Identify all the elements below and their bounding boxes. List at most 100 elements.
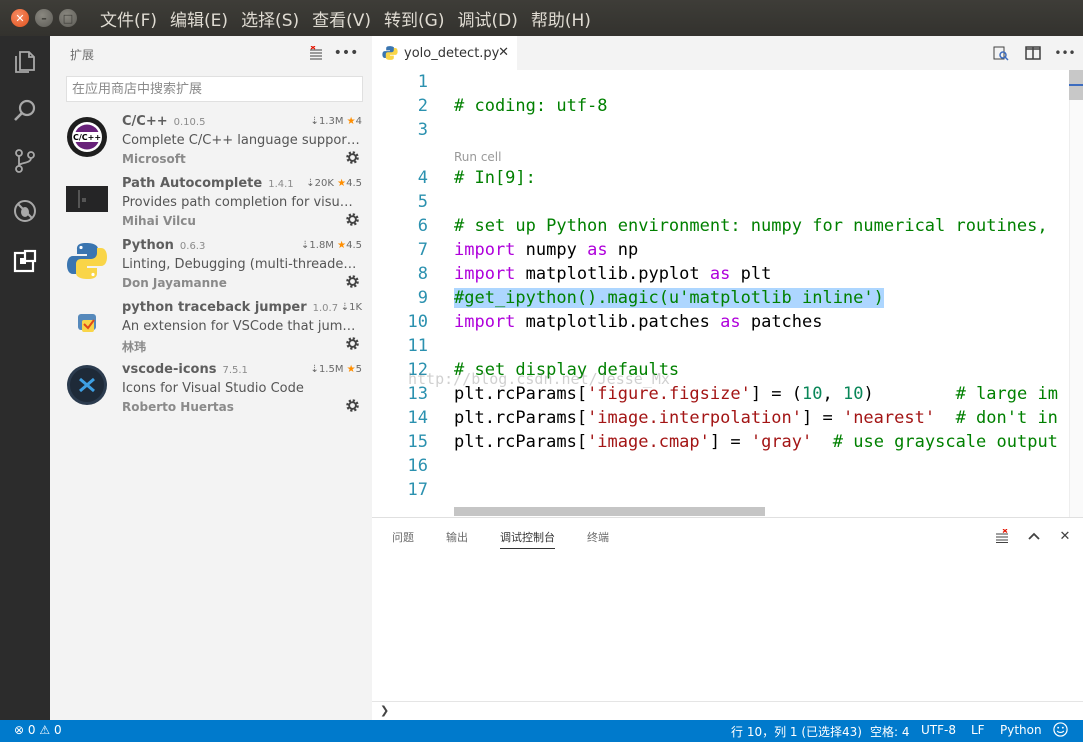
download-count: 1.3M — [318, 116, 344, 127]
window-close-button[interactable]: ✕ — [11, 9, 29, 27]
extension-version: 1.4.1 — [268, 179, 294, 190]
tab-terminal[interactable]: 终端 — [587, 529, 609, 545]
more-actions-icon[interactable]: ••• — [334, 44, 359, 62]
gear-icon[interactable] — [345, 150, 360, 165]
bottom-panel: 问题 输出 调试控制台 终端 ✕ ❯ — [372, 517, 1083, 720]
line-number: 14 — [407, 408, 428, 428]
line-number: 8 — [417, 264, 428, 284]
extension-search-box[interactable] — [66, 76, 363, 102]
line-number: 2 — [417, 96, 428, 116]
encoding[interactable]: UTF-8 — [921, 723, 956, 737]
menu-file[interactable]: 文件(F) — [100, 6, 157, 31]
files-icon[interactable] — [0, 36, 50, 86]
cloud-download-icon: ⇣ — [306, 178, 315, 189]
extension-publisher: 林玮 — [122, 340, 147, 354]
activity-bar — [0, 36, 50, 720]
close-icon[interactable]: ✕ — [498, 45, 509, 60]
extension-publisher: Mihai Vilcu — [122, 214, 196, 228]
window-maximize-button[interactable]: □ — [59, 9, 77, 27]
debug-icon[interactable] — [0, 186, 50, 236]
line-number: 3 — [417, 120, 428, 140]
code-line: import matplotlib.patches as patches — [454, 312, 823, 332]
editor-tab-bar: yolo_detect.py ✕ ••• — [372, 36, 1083, 70]
window-minimize-button[interactable]: – — [35, 9, 53, 27]
line-number: 11 — [407, 336, 428, 356]
code-line: import numpy as np — [454, 240, 639, 260]
language-mode[interactable]: Python — [1000, 723, 1042, 737]
tab-output[interactable]: 输出 — [446, 529, 468, 545]
line-number: 15 — [407, 432, 428, 452]
star-icon: ★ — [346, 364, 356, 375]
download-count: 20K — [314, 178, 334, 189]
traceback-jumper-logo-icon — [78, 314, 96, 332]
line-number: 4 — [417, 168, 428, 188]
cloud-download-icon: ⇣ — [310, 116, 319, 127]
extension-item-python-traceback-jumper[interactable]: python traceback jumper 1.0.7 ⇣1K An exte… — [50, 296, 372, 358]
chevron-up-icon[interactable] — [1026, 528, 1042, 544]
source-control-icon[interactable] — [0, 136, 50, 186]
python-file-icon — [382, 46, 398, 60]
run-cell-codelens[interactable]: Run cell — [454, 150, 501, 164]
code-line: import matplotlib.pyplot as plt — [454, 264, 772, 284]
line-number: 17 — [407, 480, 428, 500]
open-changes-icon[interactable] — [992, 44, 1010, 62]
tab-yolo-detect[interactable]: yolo_detect.py ✕ — [372, 36, 517, 70]
extension-stats: ⇣20K ★4.5 — [306, 178, 362, 189]
close-icon[interactable]: ✕ — [1057, 528, 1073, 544]
extension-stats: ⇣1.8M ★4.5 — [301, 240, 362, 251]
menu-goto[interactable]: 转到(G) — [384, 6, 444, 31]
split-editor-icon[interactable] — [1024, 44, 1042, 62]
extension-search-input[interactable] — [67, 77, 362, 101]
debug-console-input[interactable]: ❯ — [372, 701, 1083, 721]
clear-extensions-icon[interactable] — [307, 44, 325, 62]
gear-icon[interactable] — [345, 398, 360, 413]
star-icon: ★ — [337, 178, 347, 189]
horizontal-scrollbar[interactable] — [454, 507, 765, 516]
extension-version: 0.10.5 — [173, 117, 206, 128]
menu-bar: 文件(F) 编辑(E) 选择(S) 查看(V) 转到(G) 调试(D) 帮助(H… — [100, 0, 604, 36]
clear-console-icon[interactable] — [994, 528, 1010, 544]
menu-view[interactable]: 查看(V) — [312, 6, 371, 31]
extension-description: Complete C/C++ language support, inc... — [122, 133, 360, 148]
extensions-icon[interactable] — [0, 236, 50, 286]
menu-debug[interactable]: 调试(D) — [457, 6, 517, 31]
extension-name: C/C++ 0.10.5 — [122, 114, 206, 129]
cpp-logo-icon: C/C++ — [67, 117, 107, 157]
gear-icon[interactable] — [345, 336, 360, 351]
indentation[interactable]: 空格: 4 — [870, 723, 910, 740]
gear-icon[interactable] — [345, 212, 360, 227]
extension-version: 1.0.7 — [312, 303, 339, 314]
sidebar-header: 扩展 ••• — [50, 36, 372, 70]
prompt-icon: ❯ — [380, 704, 390, 717]
more-actions-icon[interactable]: ••• — [1054, 44, 1075, 62]
extension-item-path-autocomplete[interactable]: Path Autocomplete 1.4.1 ⇣20K ★4.5 Provide… — [50, 172, 372, 234]
extension-publisher: Don Jayamanne — [122, 276, 227, 290]
line-number: 10 — [407, 312, 428, 332]
code-editor[interactable]: 1 2 3 4 5 6 7 8 9 10 11 12 13 14 15 16 1… — [372, 70, 1083, 517]
cursor-position[interactable]: 行 10，列 1 (已选择43) — [731, 723, 862, 740]
path-autocomplete-logo-icon — [66, 186, 108, 212]
problems-status[interactable]: ⊗ 0 ⚠ 0 — [14, 723, 62, 737]
search-icon[interactable] — [0, 86, 50, 136]
end-of-line[interactable]: LF — [971, 723, 985, 737]
extension-item-python[interactable]: Python 0.6.3 ⇣1.8M ★4.5 Linting, Debuggin… — [50, 234, 372, 296]
extension-item-vscode-icons[interactable]: vscode-icons 7.5.1 ⇣1.5M ★5 Icons for Vis… — [50, 358, 372, 420]
extension-version: 0.6.3 — [179, 241, 206, 252]
tab-debug-console[interactable]: 调试控制台 — [500, 529, 555, 549]
extension-publisher: Roberto Huertas — [122, 400, 234, 414]
extension-item-cpp[interactable]: C/C++ C/C++ 0.10.5 ⇣1.3M ★4 Complete C/C+… — [50, 110, 372, 172]
cloud-download-icon: ⇣ — [340, 302, 350, 313]
code-line: plt.rcParams['image.interpolation'] = 'n… — [454, 408, 1058, 428]
extension-description: Provides path completion for visual stu.… — [122, 195, 360, 210]
menu-selection[interactable]: 选择(S) — [241, 6, 299, 31]
rating: 4.5 — [346, 178, 362, 189]
menu-help[interactable]: 帮助(H) — [531, 6, 591, 31]
menu-edit[interactable]: 编辑(E) — [170, 6, 228, 31]
vertical-scrollbar[interactable] — [1069, 70, 1083, 517]
code-line: # coding: utf-8 — [454, 96, 608, 116]
gear-icon[interactable] — [345, 274, 360, 289]
tab-label: yolo_detect.py — [404, 45, 500, 61]
extension-stats: ⇣1.5M ★5 — [311, 364, 362, 375]
tab-problems[interactable]: 问题 — [392, 529, 414, 545]
feedback-smiley-icon[interactable] — [1053, 722, 1068, 740]
